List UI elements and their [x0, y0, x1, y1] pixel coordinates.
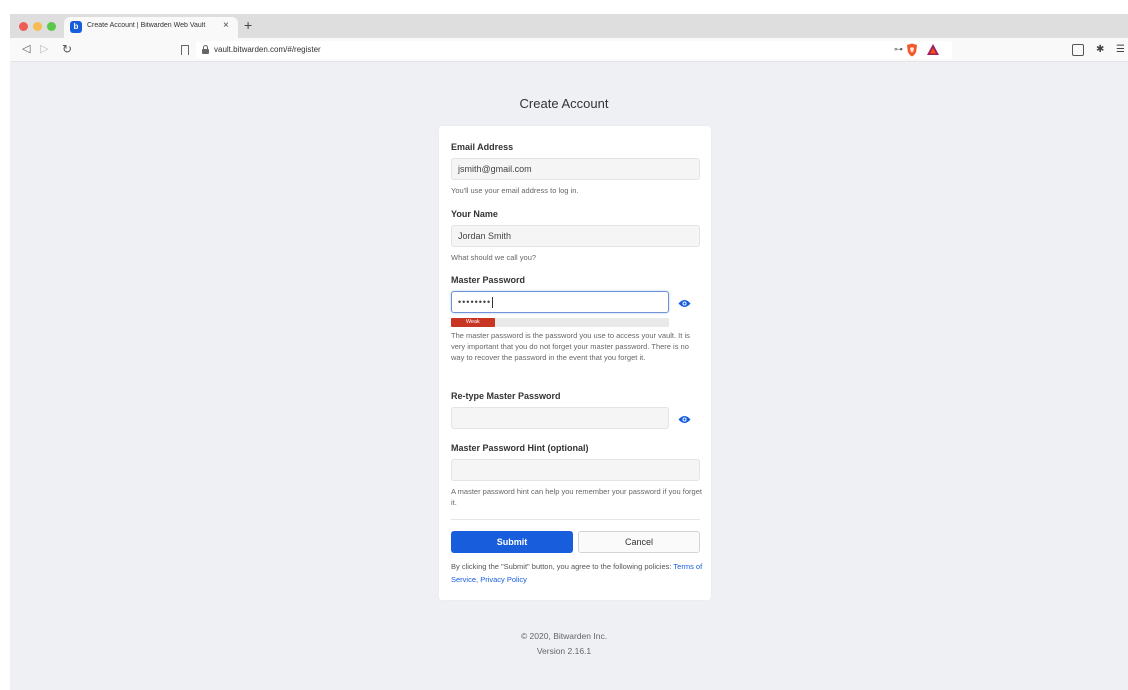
bookmark-icon[interactable] [181, 45, 189, 57]
policy-notice: By clicking the "Submit" button, you agr… [451, 560, 703, 586]
submit-button[interactable]: Submit [451, 531, 573, 553]
hint-help: A master password hint can help you reme… [451, 487, 702, 507]
password-strength-meter: Weak [451, 318, 669, 327]
master-password-value: •••••••• [458, 297, 492, 307]
new-tab-button[interactable]: + [244, 17, 252, 33]
master-password-help: The master password is the password you … [451, 331, 690, 362]
address-bar[interactable]: vault.bitwarden.com/#/register ⊶ [196, 41, 952, 59]
brave-shield-icon[interactable] [906, 43, 918, 57]
password-strength-label: Weak [465, 319, 480, 325]
key-icon[interactable]: ⊶ [894, 44, 903, 55]
policy-text: By clicking the "Submit" button, you agr… [451, 562, 674, 571]
browser-toolbar: ◁ ▷ ↻ vault.bitwarden.com/#/register ⊶ ✱… [10, 38, 1128, 62]
url-text: vault.bitwarden.com/#/register [214, 45, 321, 54]
tab-title: Create Account | Bitwarden Web Vault [87, 22, 206, 29]
menu-icon[interactable]: ☰ [1116, 43, 1125, 57]
page-title: Create Account [519, 96, 609, 111]
form-divider [451, 519, 700, 520]
bitwarden-extension-icon[interactable] [1072, 44, 1084, 56]
email-input[interactable]: jsmith@gmail.com [451, 158, 700, 180]
hint-label: Master Password Hint (optional) [451, 443, 589, 453]
tab-strip: b Create Account | Bitwarden Web Vault ×… [10, 14, 1128, 38]
show-password-eye-icon[interactable] [678, 299, 691, 308]
retype-password-input[interactable] [451, 407, 669, 429]
show-retype-password-eye-icon[interactable] [678, 415, 691, 424]
retype-password-label: Re-type Master Password [451, 391, 561, 401]
minimize-window-button[interactable] [33, 22, 42, 31]
hint-input[interactable] [451, 459, 700, 481]
brave-rewards-icon[interactable] [926, 43, 940, 57]
extensions-puzzle-icon[interactable]: ✱ [1096, 43, 1104, 57]
email-label: Email Address [451, 142, 514, 152]
text-caret [492, 297, 494, 309]
tab-close-icon[interactable]: × [223, 20, 229, 32]
maximize-window-button[interactable] [47, 22, 56, 31]
browser-window: b Create Account | Bitwarden Web Vault ×… [10, 14, 1128, 62]
footer-version: Version 2.16.1 [536, 646, 592, 656]
name-input[interactable]: Jordan Smith [451, 225, 700, 247]
name-help: What should we call you? [451, 253, 537, 262]
back-icon[interactable]: ◁ [22, 42, 30, 56]
close-window-button[interactable] [19, 22, 28, 31]
reload-icon[interactable]: ↻ [62, 42, 72, 56]
email-help: You'll use your email address to log in. [451, 186, 579, 195]
master-password-label: Master Password [451, 275, 526, 285]
cancel-button[interactable]: Cancel [578, 531, 700, 553]
bitwarden-favicon-icon: b [70, 21, 82, 33]
lock-icon[interactable] [202, 45, 209, 54]
master-password-input[interactable]: •••••••• [451, 291, 669, 313]
forward-icon[interactable]: ▷ [40, 42, 48, 56]
register-form-card: Email Address jsmith@gmail.com You'll us… [439, 126, 711, 600]
browser-tab-active[interactable]: b Create Account | Bitwarden Web Vault × [64, 17, 238, 38]
password-strength-fill: Weak [451, 318, 495, 327]
footer-copyright: © 2020, Bitwarden Inc. [520, 631, 608, 641]
name-label: Your Name [451, 209, 498, 219]
privacy-policy-link[interactable]: Privacy Policy [480, 575, 527, 584]
